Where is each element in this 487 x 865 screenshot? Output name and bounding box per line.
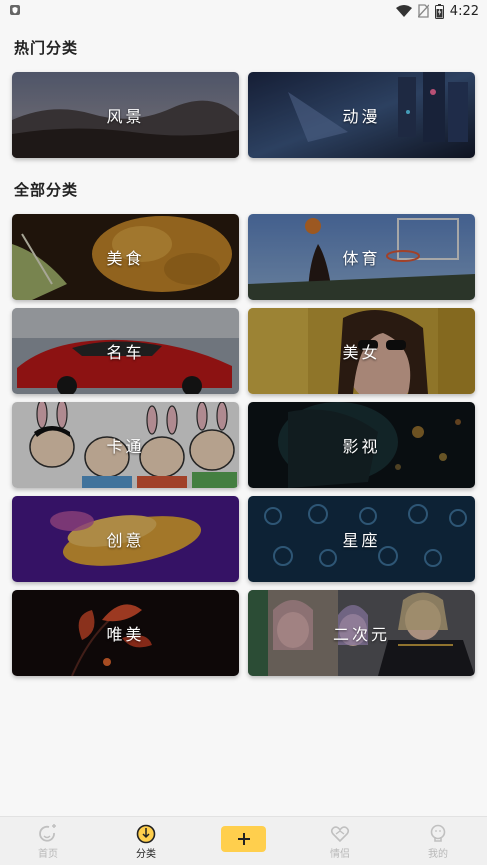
- category-label: 体育: [342, 249, 381, 268]
- wifi-icon: [395, 4, 412, 17]
- category-card-zodiac[interactable]: 星座: [248, 496, 475, 582]
- nav-item-category[interactable]: 分类: [116, 817, 176, 865]
- no-sim-icon: [417, 4, 429, 18]
- nav-label: 我的: [428, 849, 448, 860]
- category-label: 动漫: [342, 107, 381, 126]
- category-card-anime[interactable]: 动漫: [248, 72, 475, 158]
- nav-item-home[interactable]: 首页: [18, 817, 78, 865]
- category-card-aesthetic[interactable]: 唯美: [12, 590, 239, 676]
- all-categories-title: 全部分类: [14, 181, 79, 199]
- category-card-car[interactable]: 名车: [12, 308, 239, 394]
- nav-item-couple[interactable]: 情侣: [310, 817, 370, 865]
- category-label: 风景: [106, 107, 145, 126]
- nav-item-profile[interactable]: 我的: [408, 817, 468, 865]
- category-label: 名车: [106, 343, 145, 362]
- category-label: 唯美: [106, 625, 145, 644]
- category-card-food[interactable]: 美食: [12, 214, 239, 300]
- category-card-cartoon[interactable]: 卡通: [12, 402, 239, 488]
- home-icon: [39, 824, 56, 842]
- profile-icon: [430, 824, 446, 842]
- category-card-acg[interactable]: 二次元: [248, 590, 475, 676]
- category-card-landscape[interactable]: 风景: [12, 72, 239, 158]
- category-label: 星座: [342, 531, 381, 550]
- add-button[interactable]: [221, 826, 266, 852]
- category-icon: [136, 824, 156, 844]
- nav-label: 首页: [38, 849, 58, 860]
- category-label: 美女: [342, 343, 381, 362]
- plus-icon: [237, 833, 250, 845]
- category-label: 美食: [106, 249, 145, 268]
- nav-label: 分类: [136, 849, 156, 860]
- category-card-beauty[interactable]: 美女: [248, 308, 475, 394]
- category-card-creative[interactable]: 创意: [12, 496, 239, 582]
- shield-icon: [10, 5, 20, 15]
- category-card-film[interactable]: 影视: [248, 402, 475, 488]
- category-label: 卡通: [106, 437, 145, 456]
- bottom-nav: 首页 分类 情侣 我的: [0, 816, 487, 865]
- category-card-sports[interactable]: 体育: [248, 214, 475, 300]
- category-label: 创意: [106, 531, 145, 550]
- couple-icon: [330, 826, 350, 843]
- nav-label: 情侣: [330, 849, 350, 860]
- category-label: 影视: [342, 437, 381, 456]
- status-time: 4:22: [449, 3, 479, 19]
- hot-categories-title: 热门分类: [14, 39, 79, 57]
- status-bar: 4:22: [0, 0, 487, 22]
- battery-icon: [434, 3, 444, 19]
- category-label: 二次元: [332, 625, 390, 644]
